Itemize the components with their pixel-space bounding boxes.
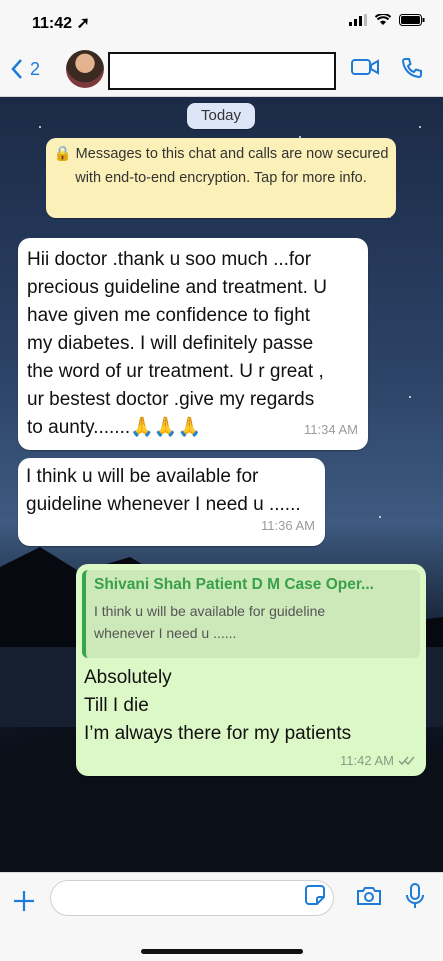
message-line: my diabetes. I will definitely passe (27, 333, 314, 354)
message-time: 11:42 AM (340, 753, 394, 768)
battery-icon (399, 14, 425, 26)
chat-header: 2 (0, 44, 443, 97)
camera-icon[interactable] (356, 886, 382, 906)
message-line: Absolutely (84, 667, 172, 688)
video-call-icon[interactable] (351, 57, 379, 77)
message-line: Hii doctor .thank u soo much ...for (27, 249, 312, 270)
message-line: ur bestest doctor .give my regards (27, 389, 315, 410)
status-icons (349, 14, 425, 26)
chat-area[interactable]: Today 🔒 Messages to this chat and calls … (0, 97, 443, 872)
quoted-sender-name: Shivani Shah Patient D M Case Oper... (94, 576, 374, 593)
quoted-text: I think u will be available for guidelin… (94, 600, 420, 644)
message-line: Till I die (84, 695, 149, 716)
outgoing-message[interactable]: Shivani Shah Patient D M Case Oper... I … (76, 564, 426, 776)
status-bar: 11:42 ➚ (0, 0, 443, 44)
chevron-left-icon (11, 59, 22, 79)
message-line: the word of ur treatment. U r great , (27, 361, 324, 382)
location-arrow-icon: ➚ (76, 15, 90, 32)
lock-icon: 🔒 (53, 146, 72, 162)
contact-name-redacted[interactable] (108, 52, 336, 90)
message-line: precious guideline and treatment. U (27, 277, 327, 298)
message-line: I think u will be available for (26, 466, 259, 487)
double-check-icon (398, 756, 415, 765)
avatar[interactable] (66, 50, 104, 88)
wifi-icon (375, 14, 391, 25)
unread-count: 2 (30, 58, 41, 79)
message-time: 11:36 AM (261, 518, 315, 533)
composer-bar (0, 872, 443, 961)
quoted-line: whenever I need u ...... (94, 625, 237, 641)
back-button[interactable]: 2 (10, 58, 40, 80)
message-line: I’m always there for my patients (84, 723, 352, 744)
signal-icon (349, 14, 367, 26)
message-input[interactable] (50, 880, 334, 916)
sticker-icon[interactable] (304, 884, 326, 906)
date-chip: Today (187, 103, 255, 129)
incoming-message[interactable]: I think u will be available for guidelin… (18, 458, 325, 546)
status-time: 11:42 ➚ (32, 15, 90, 32)
incoming-message[interactable]: Hii doctor .thank u soo much ...for prec… (18, 238, 368, 450)
plus-icon[interactable] (12, 889, 36, 913)
quoted-message[interactable]: Shivani Shah Patient D M Case Oper... I … (82, 570, 420, 658)
microphone-icon[interactable] (406, 883, 424, 909)
quoted-line: I think u will be available for guidelin… (94, 603, 326, 619)
reply-text: Absolutely Till I die I’m always there f… (84, 664, 351, 748)
message-time-status: 11:42 AM (340, 753, 416, 768)
message-line: have given me confidence to fight (27, 305, 311, 326)
encryption-notice-text: Messages to this chat and calls are now … (75, 146, 389, 186)
encryption-notice[interactable]: 🔒 Messages to this chat and calls are no… (46, 138, 396, 218)
message-time: 11:34 AM (304, 422, 358, 437)
phone-call-icon[interactable] (401, 57, 423, 79)
home-indicator[interactable] (141, 949, 303, 954)
